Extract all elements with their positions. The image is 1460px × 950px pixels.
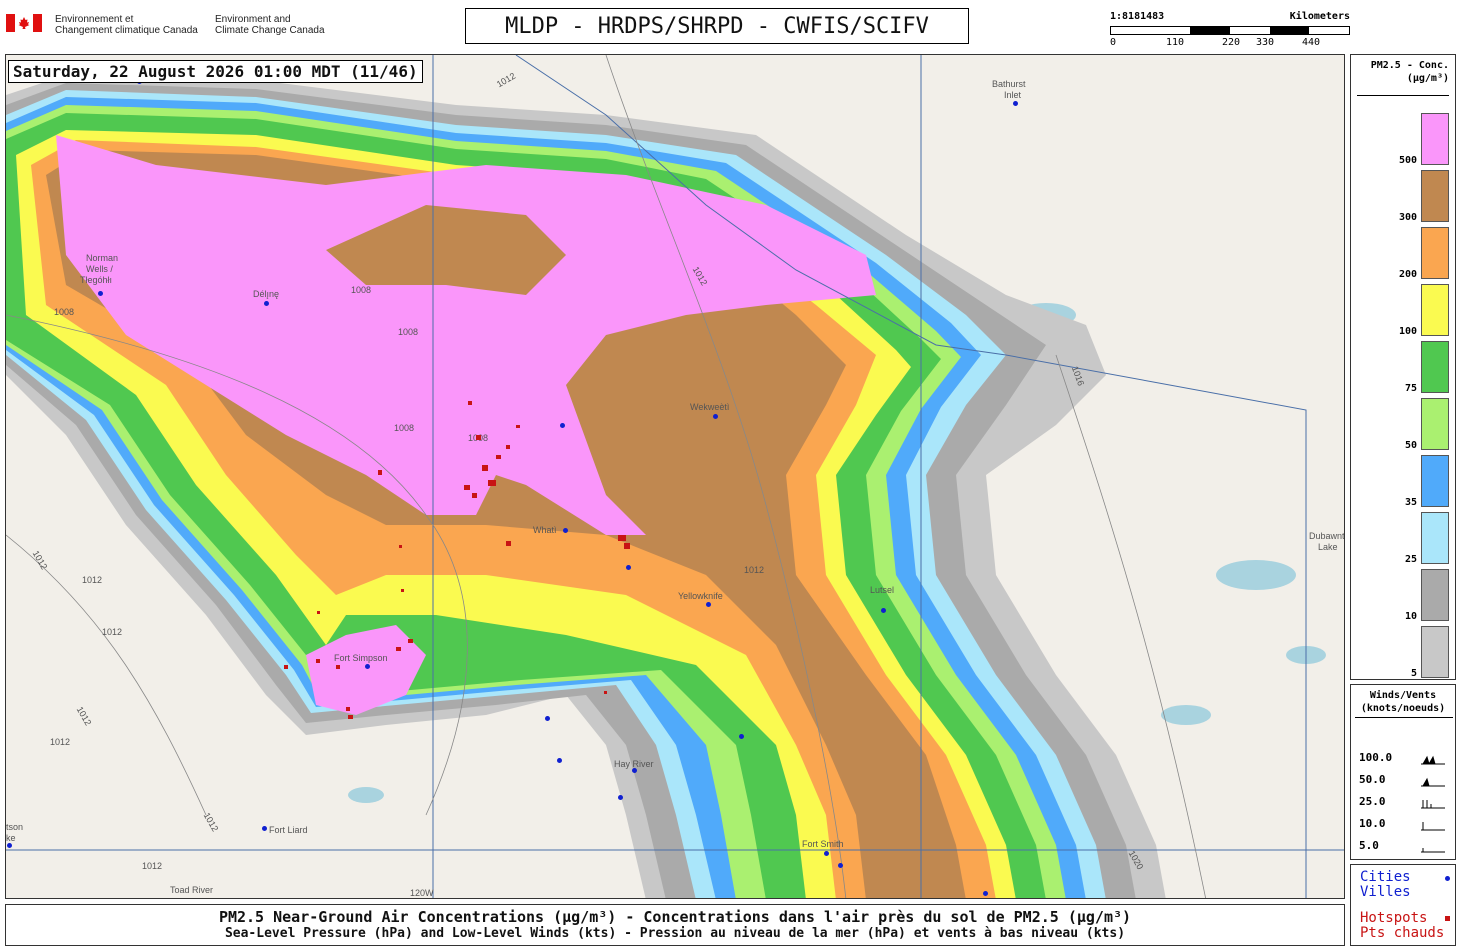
legend-swatch <box>1421 626 1449 678</box>
winds-legend-title: Winds/Vents (knots/noeuds) <box>1351 689 1455 715</box>
legend-level-label: 25 <box>1404 554 1417 565</box>
scale-tick: 220 <box>1222 37 1241 48</box>
legend-swatch <box>1421 455 1449 507</box>
legend-level-label: 75 <box>1404 383 1417 394</box>
legend-title-line1: PM2.5 - Conc. <box>1370 60 1449 71</box>
government-name-french: Environnement et Changement climatique C… <box>55 14 198 36</box>
wind-barb-icon <box>1421 848 1445 853</box>
cities-key-label: Cities <box>1360 869 1411 885</box>
legend-level-label: 50 <box>1404 440 1417 451</box>
caption-line2: Sea-Level Pressure (hPa) and Low-Level W… <box>224 926 1126 941</box>
scale-ratio: 1:8181483 <box>1110 11 1165 22</box>
wind-barb-icon <box>1421 822 1445 831</box>
canada-flag-icon <box>6 14 42 32</box>
pm25-legend: PM2.5 - Conc. (µg/m³) 500 300 200 100 75 50 35… <box>1350 54 1456 680</box>
legend-level-label: 300 <box>1398 212 1417 223</box>
map-title: MLDP - HRDPS/SHRPD - CWFIS/SCIFV <box>465 8 969 44</box>
legend-swatch <box>1421 398 1449 450</box>
legend-swatch <box>1421 341 1449 393</box>
villes-key-label: Villes <box>1360 884 1411 900</box>
legend-swatch <box>1421 284 1449 336</box>
scale-unit: Kilometers <box>1289 11 1350 22</box>
pts-chauds-key-label: Pts chauds <box>1360 925 1445 941</box>
legend-title-line2: (µg/m³) <box>1406 73 1449 84</box>
winds-title-line2: (knots/noeuds) <box>1360 703 1446 714</box>
winds-title-line1: Winds/Vents <box>1369 690 1437 701</box>
legend-title: PM2.5 - Conc. (µg/m³) <box>1351 59 1455 85</box>
legend-level-label: 35 <box>1404 497 1417 508</box>
legend-swatch <box>1421 227 1449 279</box>
map-caption: PM2.5 Near-Ground Air Concentrations (µg… <box>5 904 1345 946</box>
gov-fr-line2: Changement climatique Canada <box>55 25 198 36</box>
wind-barb-icon <box>1421 755 1445 765</box>
legend-swatch <box>1421 113 1449 165</box>
wind-speed-label: 5.0 <box>1359 839 1379 852</box>
legend-level-label: 500 <box>1398 155 1417 166</box>
wind-speed-label: 10.0 <box>1359 817 1386 830</box>
map-key: Cities Villes Hotspots Pts chauds <box>1350 864 1456 946</box>
legend-level-label: 5 <box>1410 668 1417 679</box>
hotspots-key-label: Hotspots <box>1360 910 1428 926</box>
city-dot-icon <box>1445 876 1450 881</box>
wind-speed-label: 100.0 <box>1359 751 1393 764</box>
scale-tick: 330 <box>1256 37 1275 48</box>
wind-barb-icon <box>1421 800 1445 809</box>
legend-level-label: 100 <box>1398 326 1417 337</box>
legend-divider <box>1357 95 1449 96</box>
scale-tick: 440 <box>1302 37 1321 48</box>
government-name-english: Environment and Climate Change Canada <box>215 14 325 36</box>
gov-en-line1: Environment and <box>215 14 291 25</box>
gov-en-line2: Climate Change Canada <box>215 25 325 36</box>
forecast-timestamp: Saturday, 22 August 2026 01:00 MDT (11/4… <box>8 60 423 83</box>
wind-barb-icon <box>1421 777 1445 787</box>
gov-fr-line1: Environnement et <box>55 14 134 25</box>
hotspot-square-icon <box>1445 916 1450 921</box>
scale-tick: 0 <box>1110 37 1117 48</box>
legend-level-label: 10 <box>1404 611 1417 622</box>
wind-speed-label: 50.0 <box>1359 773 1386 786</box>
winds-legend: Winds/Vents (knots/noeuds) 100.0 50.0 25… <box>1350 684 1456 860</box>
wind-speed-label: 25.0 <box>1359 795 1386 808</box>
caption-line1: PM2.5 Near-Ground Air Concentrations (µg… <box>218 908 1132 926</box>
legend-swatch <box>1421 569 1449 621</box>
scale-tick: 110 <box>1166 37 1185 48</box>
scale-bar-segments <box>1110 26 1350 35</box>
scale-bar: 1:8181483 Kilometers 0 110 220 330 440 <box>1110 11 1350 51</box>
legend-swatch <box>1421 170 1449 222</box>
winds-divider <box>1355 717 1453 718</box>
hotspot-layer <box>284 401 630 719</box>
legend-swatch <box>1421 512 1449 564</box>
legend-level-label: 200 <box>1398 269 1417 280</box>
smoke-forecast-map[interactable]: 1012 1008 1008 1008 1016 1012 1012 1012 … <box>5 54 1345 899</box>
